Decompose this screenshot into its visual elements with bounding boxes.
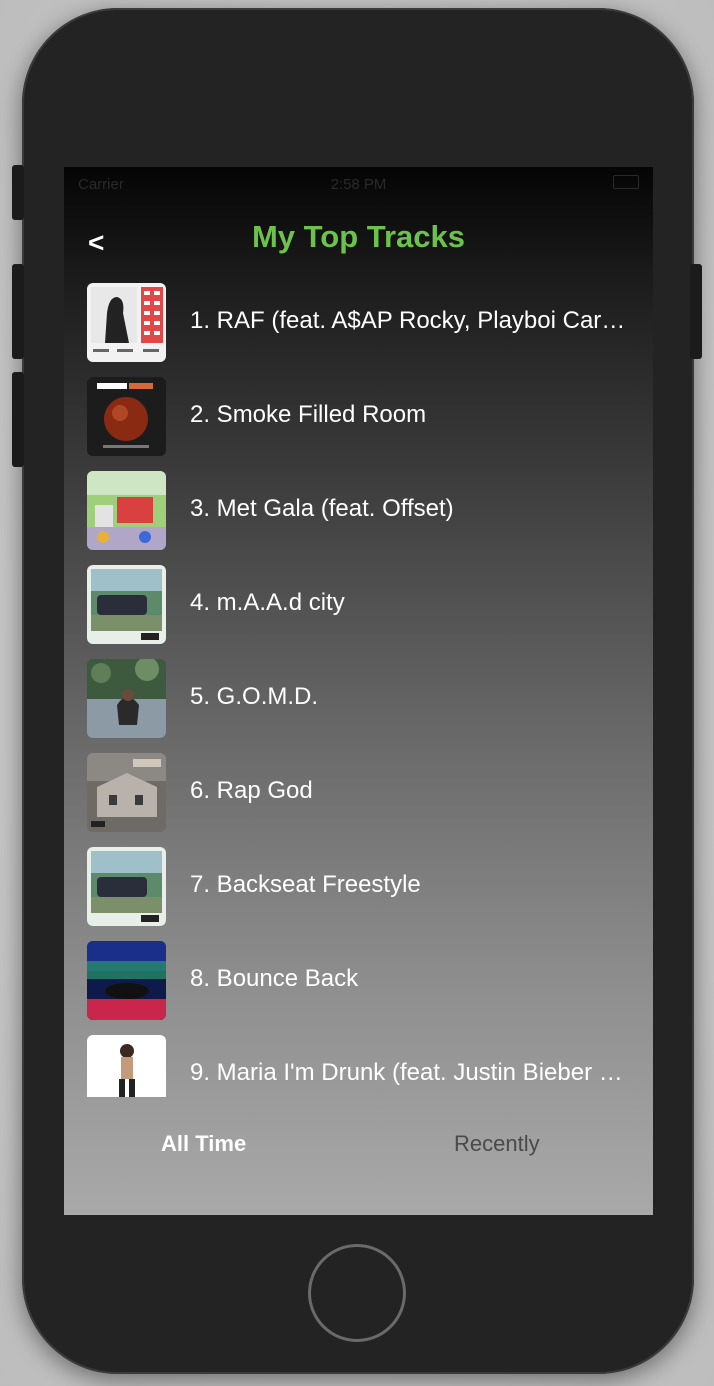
track-row[interactable]: 4. m.A.A.d city [64, 565, 653, 659]
album-art [87, 847, 166, 926]
album-art [87, 659, 166, 738]
track-row[interactable]: 8. Bounce Back [64, 941, 653, 1035]
track-row[interactable]: 5. G.O.M.D. [64, 659, 653, 753]
track-title: 3. Met Gala (feat. Offset) [190, 495, 454, 522]
track-title: 6. Rap God [190, 777, 313, 804]
status-bar: Carrier 2:58 PM [64, 167, 653, 201]
album-art [87, 1035, 166, 1097]
track-title: 8. Bounce Back [190, 965, 359, 992]
mute-switch [12, 165, 24, 220]
track-row[interactable]: 2. Smoke Filled Room [64, 377, 653, 471]
status-time: 2:58 PM [330, 176, 387, 193]
track-row[interactable]: 9. Maria I'm Drunk (feat. Justin Bieber … [64, 1035, 653, 1097]
tab-all-time[interactable]: All Time [161, 1131, 246, 1157]
album-art [87, 283, 166, 362]
album-art [87, 565, 166, 644]
battery-icon [613, 175, 639, 189]
volume-up-button [12, 264, 24, 359]
track-row[interactable]: 6. Rap God [64, 753, 653, 847]
volume-down-button [12, 372, 24, 467]
album-art [87, 471, 166, 550]
power-button [690, 264, 702, 359]
track-row[interactable]: 3. Met Gala (feat. Offset) [64, 471, 653, 565]
track-title: 4. m.A.A.d city [190, 589, 345, 616]
track-title: 2. Smoke Filled Room [190, 401, 427, 428]
track-title: 9. Maria I'm Drunk (feat. Justin Bieber … [190, 1059, 630, 1086]
page-title: My Top Tracks [251, 219, 466, 254]
track-title: 7. Backseat Freestyle [190, 871, 421, 898]
track-title: 5. G.O.M.D. [190, 683, 319, 710]
tab-recently[interactable]: Recently [454, 1131, 540, 1157]
home-button[interactable] [308, 1244, 406, 1342]
track-title: 1. RAF (feat. A$AP Rocky, Playboi Carti,… [190, 307, 630, 334]
track-list[interactable]: 1. RAF (feat. A$AP Rocky, Playboi Carti,… [64, 283, 653, 1097]
album-art [87, 377, 166, 456]
album-art [87, 753, 166, 832]
track-row[interactable]: 1. RAF (feat. A$AP Rocky, Playboi Carti,… [64, 283, 653, 377]
app-screen: Carrier 2:58 PM < My Top Tracks 1. RAF (… [64, 167, 653, 1215]
track-row[interactable]: 7. Backseat Freestyle [64, 847, 653, 941]
album-art [87, 941, 166, 1020]
